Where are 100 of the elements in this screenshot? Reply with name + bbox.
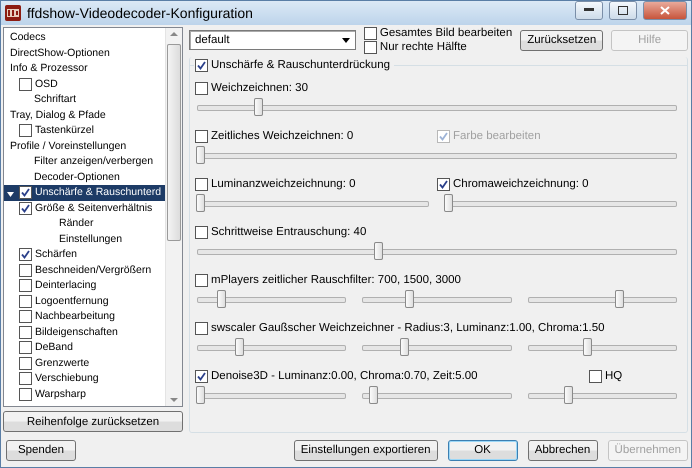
slider-thumb[interactable] [564,386,573,404]
slider-thumb[interactable] [196,194,205,212]
checkbox[interactable] [19,356,32,370]
tree-item[interactable]: Codecs [4,30,165,46]
minimize-button[interactable] [575,0,603,20]
slider-track[interactable] [362,290,512,310]
checkbox[interactable] [19,341,32,354]
slider-track[interactable] [197,194,429,214]
tree-item[interactable]: Logoentfernung [4,294,165,309]
checkbox[interactable] [19,310,32,324]
profile-select[interactable]: default [189,30,356,50]
tree-item[interactable]: Verschiebung [4,371,165,386]
tree-item[interactable]: Schriftart [4,92,165,108]
tree-item[interactable]: DirectShow-Optionen [4,46,165,61]
tree-item-label: DirectShow-Optionen [10,46,110,61]
tree-item[interactable]: Schärfen [4,247,165,262]
checkbox[interactable] [19,78,32,91]
slider-track[interactable] [197,386,346,406]
checkbox-label: Weichzeichnen: 30 [211,82,308,94]
tree-item[interactable]: Ränder [4,216,165,232]
dialog-button[interactable]: Abbrechen [528,440,598,460]
checkbox[interactable] [19,248,32,262]
tree-item-label: Verschiebung [35,371,99,386]
tree-item[interactable]: Nachbearbeitung [4,309,165,324]
close-button[interactable] [643,0,687,20]
tree-item[interactable]: Filter anzeigen/verbergen [4,154,165,170]
slider-thumb[interactable] [234,338,244,356]
tree-item[interactable]: Warpsharp [4,386,165,402]
slider-thumb[interactable] [614,290,624,308]
slider-thumb[interactable] [196,146,205,164]
tree-item[interactable]: Profile / Voreinstellungen [4,138,165,154]
checkbox[interactable] [195,82,208,94]
slider-thumb[interactable] [583,338,592,356]
checkbox[interactable] [19,202,32,215]
slider-thumb[interactable] [444,194,453,212]
tree-item[interactable]: Einstellungen [4,232,165,247]
slider-track[interactable] [197,146,677,166]
checkbox[interactable] [19,124,32,138]
slider-track[interactable] [528,338,677,358]
slider-track[interactable] [197,242,677,262]
checkbox[interactable] [19,186,32,200]
checkbox[interactable] [195,58,208,72]
tree-item[interactable]: Grenzwerte [4,356,165,371]
slider-track[interactable] [528,386,677,406]
tree-item[interactable]: Beschneiden/Vergrößern [4,262,165,278]
slider-thumb[interactable] [254,98,263,116]
tree-item[interactable]: Tastenkürzel [4,123,165,138]
tree-item-label: Größe & Seitenverhältnis [35,200,152,216]
checkbox[interactable] [437,178,450,190]
checkbox[interactable] [195,178,208,190]
slider-thumb[interactable] [404,290,414,308]
tree-item-label: Info & Prozessor [10,61,88,76]
checkbox[interactable] [195,370,208,382]
tree-item-label: Beschneiden/Vergrößern [35,262,152,278]
slider-thumb[interactable] [368,386,378,404]
checkbox[interactable] [19,326,32,339]
tree-item[interactable]: OSD [4,76,165,92]
slider-track[interactable] [197,290,346,310]
slider-thumb[interactable] [400,338,410,356]
tree-item[interactable]: Größe & Seitenverhältnis [4,200,165,216]
tree-item[interactable]: Unschärfe & Rauschunterd [4,185,165,200]
dialog-button[interactable]: Einstellungen exportieren [294,440,438,460]
tree-item[interactable]: Bildeigenschaften [4,324,165,340]
slider-track[interactable] [362,386,512,406]
caret-down-icon[interactable] [7,191,14,198]
checkbox[interactable] [364,40,377,54]
slider-thumb[interactable] [216,290,226,308]
tree-item[interactable]: Tray, Dialog & Pfade [4,108,165,123]
slider-track[interactable] [528,290,677,310]
tree-item[interactable]: Decoder-Optionen [4,170,165,185]
checkbox[interactable] [19,264,32,277]
checkbox[interactable] [19,279,32,292]
donate-button[interactable]: Spenden [6,440,76,460]
scrollbar[interactable] [165,28,182,406]
slider-track[interactable] [362,338,512,358]
checkbox[interactable] [19,294,32,308]
slider-track[interactable] [445,194,677,214]
checkbox-label: Nur rechte Hälfte [380,41,467,53]
maximize-button[interactable] [609,0,637,20]
checkbox[interactable] [19,388,32,401]
checkbox[interactable] [589,370,602,382]
app-logo-icon [5,5,21,21]
checkbox[interactable] [195,322,208,334]
checkbox[interactable] [195,274,208,286]
checkbox[interactable] [195,130,208,142]
checkbox-label: Gesamtes Bild bearbeiten [380,27,512,39]
tree-item[interactable]: Deinterlacing [4,278,165,294]
checkbox[interactable] [364,26,377,40]
checkbox[interactable] [19,372,32,386]
slider-track[interactable] [197,338,346,358]
dialog-button[interactable]: OK [448,440,518,460]
tree-item[interactable]: DeBand [4,340,165,356]
slider-thumb[interactable] [196,386,205,404]
reset-order-button[interactable]: Reihenfolge zurücksetzen [3,411,183,432]
tree-item[interactable]: Info & Prozessor [4,61,165,76]
checkbox-label: Schrittweise Entrauschung: 40 [211,226,366,238]
slider-track[interactable] [197,98,677,118]
slider-thumb[interactable] [374,242,383,260]
reset-button[interactable]: Zurücksetzen [520,30,604,50]
checkbox[interactable] [195,226,208,238]
